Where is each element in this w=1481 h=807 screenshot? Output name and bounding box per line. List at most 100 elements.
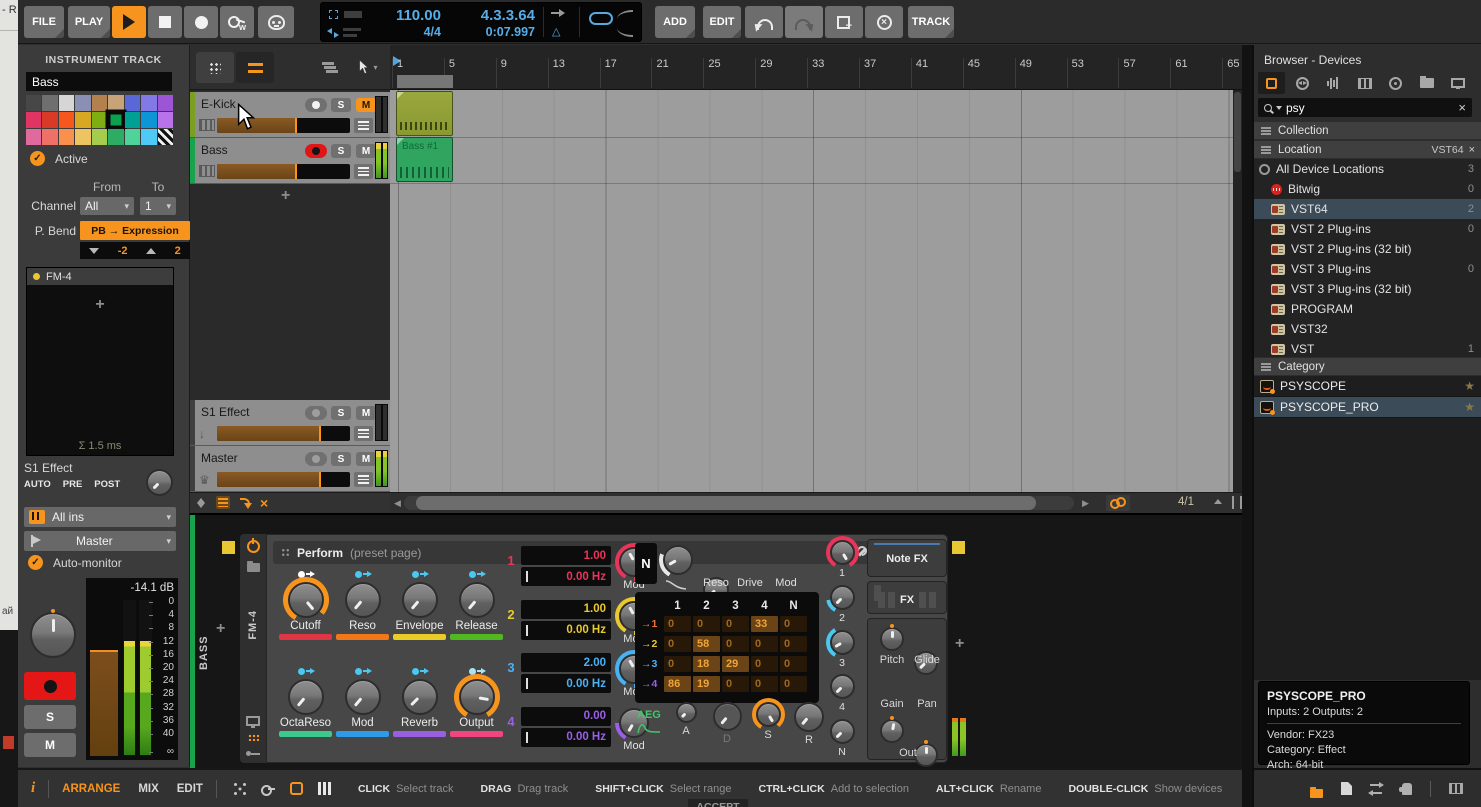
auto-monitor-checkbox[interactable]: ✓ (28, 555, 43, 570)
loop-region[interactable] (397, 75, 453, 88)
color-swatch[interactable] (26, 112, 42, 128)
solo-button[interactable]: S (331, 452, 351, 466)
macro-knob[interactable] (339, 674, 386, 720)
matrix-cell[interactable]: 58 (693, 636, 720, 652)
panel-divider[interactable] (1242, 45, 1252, 807)
duplicate-button[interactable] (825, 6, 863, 38)
track-volume-fader[interactable] (217, 426, 350, 441)
pitch-bend-range[interactable]: -2 2 (80, 242, 190, 259)
stop-button[interactable] (148, 6, 182, 38)
fade-in-icon[interactable] (617, 10, 633, 19)
track-list-icon[interactable] (216, 496, 230, 509)
color-swatch[interactable] (124, 95, 141, 111)
device-name-label[interactable]: FM-4 (247, 610, 259, 640)
range-min[interactable]: -2 (118, 245, 128, 257)
overdub-button[interactable] (220, 6, 254, 38)
fx-slot[interactable]: FX (867, 581, 947, 614)
solo-button[interactable]: S (331, 144, 351, 158)
output-routing-dropdown[interactable]: Master (24, 531, 176, 551)
timeline-ruler[interactable]: 1 5 9 13 17 21 25 29 33 37 41 45 49 53 57 61 65 (390, 45, 1242, 90)
mixer-level-knob[interactable] (825, 625, 859, 659)
matrix-cell[interactable]: 19 (693, 676, 720, 692)
mixer-level-knob[interactable] (825, 715, 859, 748)
color-swatch[interactable] (157, 129, 173, 145)
color-swatch[interactable] (108, 95, 124, 111)
noise-button[interactable]: N (635, 543, 657, 584)
track-name[interactable]: Master (201, 451, 238, 465)
adsr-knob[interactable] (790, 698, 828, 736)
track-menu-button[interactable] (354, 164, 373, 179)
loop-icon[interactable] (589, 12, 613, 25)
clip-e-kick[interactable] (396, 91, 453, 136)
scroll-right-button[interactable]: ▶ (1082, 498, 1089, 509)
song-position-value[interactable]: 4.3.3.64 (449, 7, 535, 24)
tool-selector[interactable]: ▾ (348, 52, 388, 83)
fx-send-knob[interactable] (142, 465, 177, 500)
track-volume-fader[interactable] (217, 472, 350, 487)
track-name[interactable]: E-Kick (201, 97, 236, 111)
clip-launcher-toggle[interactable] (196, 52, 234, 83)
color-swatch[interactable] (58, 112, 75, 128)
modulation-routing-icon[interactable] (246, 749, 260, 757)
columns-icon[interactable] (317, 782, 331, 795)
color-swatch[interactable] (157, 112, 173, 128)
file-menu-button[interactable]: FILE (24, 6, 64, 38)
tab-devices[interactable] (1258, 72, 1285, 94)
orange-frame-icon[interactable] (289, 782, 303, 795)
browser-location-item[interactable]: VST64 2 (1254, 199, 1481, 219)
matrix-cell[interactable]: 0 (693, 616, 720, 632)
record-arm-button[interactable] (305, 98, 327, 112)
accept-button-fragment[interactable]: ACCEPT (688, 799, 748, 807)
undo-button[interactable] (745, 6, 783, 38)
browser-location-item[interactable]: PROGRAM (1254, 299, 1481, 319)
location-section-header[interactable]: Location VST64 × (1254, 141, 1481, 158)
operator-freq-field[interactable]: 0.00 Hz (521, 620, 611, 640)
dots-icon[interactable] (233, 782, 246, 795)
zoom-link-button[interactable] (1106, 495, 1130, 511)
macro-knob[interactable] (282, 577, 329, 623)
adsr-knob[interactable] (751, 698, 785, 731)
matrix-cell[interactable]: 0 (780, 616, 807, 632)
track-header[interactable]: E-Kick S M (190, 92, 390, 138)
track-menu-button[interactable] (354, 426, 373, 441)
color-swatch[interactable] (108, 112, 124, 128)
macro-knob[interactable] (396, 577, 443, 623)
color-swatch[interactable] (108, 129, 124, 145)
macro-knob[interactable] (453, 577, 500, 623)
mixer-level-knob[interactable] (825, 670, 859, 704)
mixer-level-knob[interactable] (825, 536, 859, 569)
track-menu-button[interactable] (354, 472, 373, 487)
macro-knob[interactable] (339, 577, 386, 623)
time-signature-value[interactable]: 4/4 (377, 25, 441, 39)
reorder-icon[interactable] (197, 497, 207, 509)
mute-button[interactable]: M (24, 733, 76, 757)
track-name[interactable]: S1 Effect (201, 405, 249, 419)
clear-icon[interactable]: × (260, 496, 268, 510)
matrix-cell[interactable]: 18 (693, 656, 720, 672)
device-chain-end-marker[interactable] (952, 541, 965, 554)
zoom-level[interactable]: 4/1 (1178, 496, 1194, 508)
active-checkbox[interactable]: ✓ (30, 151, 45, 166)
volume-fader[interactable] (90, 650, 118, 756)
device-enabled-dot[interactable] (33, 273, 40, 280)
browser-location-item[interactable]: VST 1 (1254, 339, 1481, 357)
record-arm-button[interactable] (305, 452, 327, 466)
operator-freq-field[interactable]: 0.00 Hz (521, 727, 611, 747)
matrix-cell[interactable]: 0 (751, 636, 778, 652)
fade-out-icon[interactable] (617, 28, 633, 37)
zoom-caret-icon[interactable] (1214, 499, 1222, 504)
monitor-mode-button[interactable]: AUTO (24, 479, 51, 490)
track-menu-button[interactable] (354, 118, 373, 133)
monitor-mode-button[interactable]: POST (94, 479, 120, 490)
operator-ratio-field[interactable]: 0.00 (521, 706, 611, 726)
matrix-cell[interactable]: 0 (664, 656, 691, 672)
swap-icon[interactable] (1368, 781, 1384, 796)
info-icon[interactable]: i (31, 780, 35, 797)
color-swatch[interactable] (141, 95, 157, 111)
browser-result-item[interactable]: PSYSCOPE_PRO ★ (1254, 397, 1481, 418)
color-swatch[interactable] (75, 112, 91, 128)
files-icon[interactable] (1310, 787, 1323, 798)
browser-location-item[interactable]: VST 2 Plug-ins 0 (1254, 219, 1481, 239)
play-button[interactable] (112, 6, 146, 38)
record-arm-button[interactable] (305, 406, 327, 420)
